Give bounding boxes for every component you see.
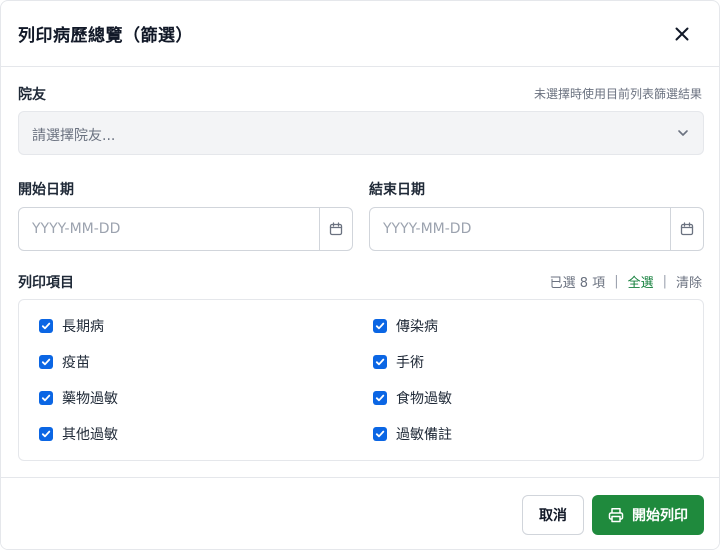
select-all-link[interactable]: 全選: [628, 272, 654, 291]
divider: |: [614, 274, 619, 289]
start-date-calendar-button[interactable]: [319, 208, 352, 250]
start-date-label: 開始日期: [18, 182, 74, 198]
print-item-other-allergy[interactable]: 其他過敏: [39, 424, 118, 444]
end-date-calendar-button[interactable]: [670, 208, 703, 250]
end-date-field[interactable]: YYYY-MM-DD: [369, 207, 704, 251]
print-items-controls: 已選 8 項 | 全選 | 清除: [550, 272, 702, 291]
print-item-label: 其他過敏: [62, 427, 118, 443]
calendar-icon: [680, 222, 694, 236]
checkbox-checked[interactable]: [39, 391, 53, 405]
checkmark-icon: [375, 322, 385, 330]
divider: |: [662, 274, 667, 289]
print-item-surgery[interactable]: 手術: [373, 352, 424, 372]
dialog-footer: 取消 開始列印: [1, 477, 719, 549]
print-item-label: 長期病: [62, 319, 104, 335]
close-icon: [675, 27, 689, 41]
chevron-down-icon: [678, 130, 688, 136]
print-item-vaccine[interactable]: 疫苗: [39, 352, 90, 372]
checkbox-checked[interactable]: [373, 355, 387, 369]
print-item-label: 過敏備註: [396, 427, 452, 443]
checkbox-checked[interactable]: [39, 355, 53, 369]
checkmark-icon: [41, 322, 51, 330]
resident-select[interactable]: 請選擇院友...: [18, 111, 704, 155]
checkbox-checked[interactable]: [39, 427, 53, 441]
close-button[interactable]: [669, 21, 695, 47]
resident-hint: 未選擇時使用目前列表篩選結果: [533, 87, 702, 101]
checkbox-checked[interactable]: [373, 391, 387, 405]
print-item-chronic[interactable]: 長期病: [39, 316, 104, 336]
print-item-label: 藥物過敏: [62, 391, 118, 407]
dialog-header: 列印病歷總覽（篩選）: [1, 1, 719, 67]
start-date-field[interactable]: YYYY-MM-DD: [18, 207, 353, 251]
resident-select-placeholder: 請選擇院友...: [32, 128, 116, 144]
print-dialog: 列印病歷總覽（篩選） 院友 未選擇時使用目前列表篩選結果 請選擇院友... 開始…: [0, 0, 720, 550]
print-items-label: 列印項目: [18, 275, 74, 291]
checkmark-icon: [41, 394, 51, 402]
checkmark-icon: [41, 430, 51, 438]
print-item-drug-allergy[interactable]: 藥物過敏: [39, 388, 118, 408]
print-item-label: 疫苗: [62, 355, 90, 371]
cancel-button[interactable]: 取消: [522, 495, 584, 535]
checkmark-icon: [41, 358, 51, 366]
clear-link[interactable]: 清除: [676, 272, 702, 291]
end-date-label: 結束日期: [369, 182, 425, 198]
print-item-food-allergy[interactable]: 食物過敏: [373, 388, 452, 408]
printer-icon: [608, 508, 624, 523]
checkmark-icon: [375, 430, 385, 438]
print-item-infectious[interactable]: 傳染病: [373, 316, 438, 336]
calendar-icon: [329, 222, 343, 236]
checkbox-checked[interactable]: [373, 319, 387, 333]
start-print-button[interactable]: 開始列印: [592, 495, 704, 535]
resident-label: 院友: [18, 87, 46, 103]
print-item-label: 手術: [396, 355, 424, 371]
checkmark-icon: [375, 358, 385, 366]
start-print-label: 開始列印: [632, 508, 688, 524]
checkbox-checked[interactable]: [39, 319, 53, 333]
print-item-allergy-notes[interactable]: 過敏備註: [373, 424, 452, 444]
dialog-title: 列印病歷總覽（篩選）: [18, 26, 193, 46]
print-item-label: 傳染病: [396, 319, 438, 335]
selected-count: 已選 8 項: [549, 276, 606, 291]
end-date-placeholder: YYYY-MM-DD: [383, 221, 472, 237]
print-items-list: 長期病 傳染病 疫苗 手術 藥物過敏 食物過敏 其他過敏 過敏備註: [18, 299, 704, 461]
checkbox-checked[interactable]: [373, 427, 387, 441]
checkmark-icon: [375, 394, 385, 402]
start-date-placeholder: YYYY-MM-DD: [32, 221, 121, 237]
print-item-label: 食物過敏: [396, 391, 452, 407]
